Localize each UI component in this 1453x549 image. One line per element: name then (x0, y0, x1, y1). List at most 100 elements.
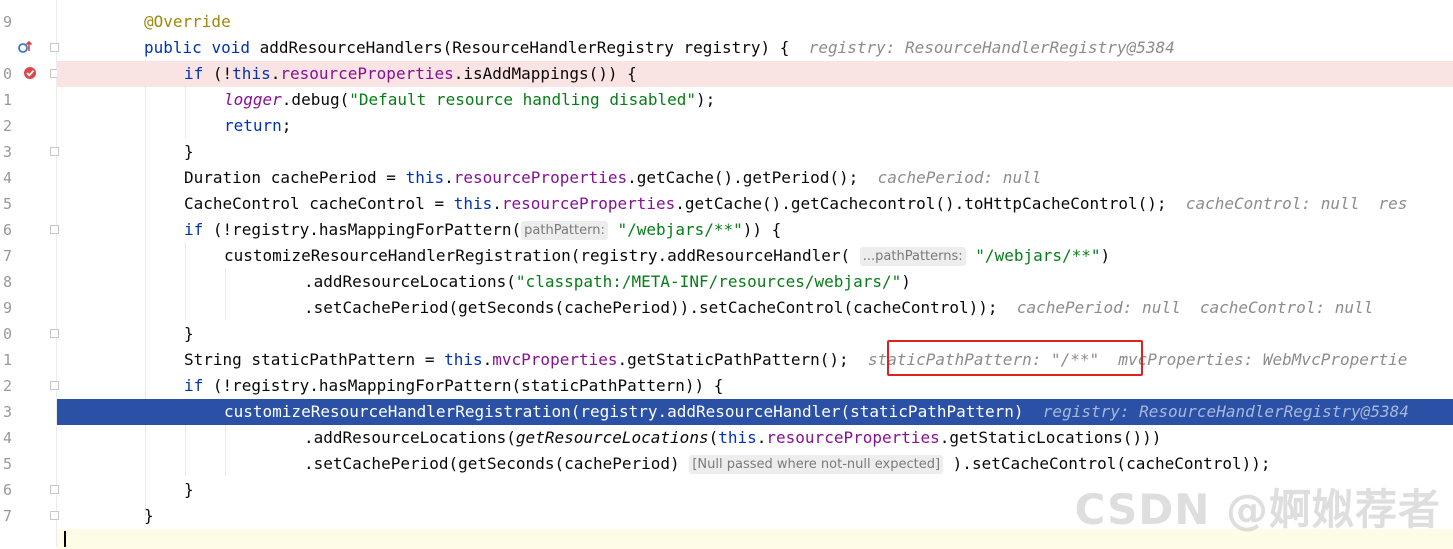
code-text: String staticPathPattern = (184, 350, 445, 369)
line-number: 3 (2, 143, 12, 161)
line-number: 5 (2, 195, 12, 213)
debug-value-hint: cacheControl: null res (1185, 194, 1408, 213)
keyword: this (718, 428, 757, 447)
keyword: this (444, 350, 483, 369)
keyword: void (211, 38, 250, 57)
code-text: customizeResourceHandlerRegistration(reg… (224, 402, 1024, 421)
code-text: .setCachePeriod(getSeconds(cachePeriod) (304, 454, 680, 473)
code-text: .getStaticPathPattern(); (617, 350, 849, 369)
text-caret (64, 531, 66, 547)
debug-value-hint: registry: ResourceHandlerRegistry@5384 (808, 38, 1175, 57)
code-text: ) (1100, 246, 1111, 265)
code-text: ); (696, 90, 716, 109)
line-number: 2 (2, 117, 12, 135)
code-text: .addResourceLocations( (304, 272, 516, 291)
code-text: )) { (742, 220, 782, 239)
debug-value-hint: mvcProperties: WebMvcPropertie (1118, 350, 1408, 369)
code-text: .addResourceLocations( (304, 428, 516, 447)
debug-value-hint: registry: ResourceHandlerRegistry@5384 (1042, 402, 1409, 421)
highlight-box (887, 340, 1143, 376)
line-number: 7 (2, 507, 12, 525)
line-number: 0 (2, 65, 12, 83)
code-line[interactable]: } (57, 139, 1453, 165)
code-text: } (144, 506, 154, 525)
debug-value-hint: cachePeriod: null cacheControl: null (1016, 298, 1374, 317)
current-execution-line[interactable]: customizeResourceHandlerRegistration(reg… (57, 399, 1453, 425)
line-number: 9 (2, 13, 12, 31)
field-ref: resourceProperties (766, 428, 940, 447)
code-line[interactable]: if (!registry.hasMappingForPattern(stati… (57, 373, 1453, 399)
code-line[interactable]: if (!registry.hasMappingForPattern(pathP… (57, 217, 1453, 243)
string-literal: "/webjars/**" (617, 220, 743, 239)
code-text: .isAddMappings()) { (453, 64, 637, 83)
keyword: public (144, 38, 202, 57)
line-number: 9 (2, 299, 12, 317)
string-literal: "/webjars/**" (975, 246, 1101, 265)
code-text: } (184, 324, 194, 343)
override-up-icon[interactable] (18, 40, 32, 54)
keyword: this (453, 194, 493, 213)
code-text: ) (901, 272, 911, 291)
line-number: 6 (2, 221, 12, 239)
code-line[interactable]: Duration cachePeriod = this.resourceProp… (57, 165, 1453, 191)
line-number: 4 (2, 429, 12, 447)
code-text: customizeResourceHandlerRegistration(reg… (224, 246, 851, 265)
line-number: 6 (2, 481, 12, 499)
line-number: 5 (2, 455, 12, 473)
code-text: . (270, 64, 281, 83)
string-literal: "classpath:/META-INF/resources/webjars/" (515, 272, 902, 291)
breakpoint-icon[interactable] (23, 66, 37, 80)
keyword: if (184, 64, 204, 83)
keyword: this (232, 64, 271, 83)
code-line[interactable]: logger.debug("Default resource handling … (57, 87, 1453, 113)
field-ref: mvcProperties (492, 350, 618, 369)
code-line[interactable]: CacheControl cacheControl = this.resourc… (57, 191, 1453, 217)
code-text: } (184, 142, 194, 161)
line-number: 3 (2, 403, 12, 421)
keyword: return (224, 116, 282, 135)
parameter-hint: pathPattern: (521, 221, 608, 240)
code-text: (!registry.hasMappingForPattern( (203, 220, 522, 239)
code-editor[interactable]: @Override public void addResourceHandler… (57, 0, 1453, 549)
code-text: .getCache().getCachecontrol().toHttpCach… (675, 194, 1167, 213)
code-text: .setCachePeriod(getSeconds(cachePeriod))… (304, 298, 998, 317)
code-line[interactable]: return; (57, 113, 1453, 139)
code-line[interactable]: @Override (57, 9, 1453, 35)
keyword: this (405, 168, 445, 187)
line-number: 1 (2, 91, 12, 109)
static-method-ref: getResourceLocations (515, 428, 709, 447)
code-line[interactable]: .addResourceLocations("classpath:/META-I… (57, 269, 1453, 295)
parameter-hint: ...pathPatterns: (859, 247, 966, 266)
code-line[interactable]: String staticPathPattern = this.mvcPrope… (57, 347, 1453, 373)
code-text: addResourceHandlers(ResourceHandlerRegis… (259, 38, 790, 57)
code-line[interactable]: public void addResourceHandlers(Resource… (57, 35, 1453, 61)
code-line[interactable]: .setCachePeriod(getSeconds(cachePeriod))… (57, 295, 1453, 321)
line-number: 0 (2, 325, 12, 343)
code-text: ( (708, 428, 719, 447)
line-number: 8 (2, 273, 12, 291)
nullability-warning-hint: [Null passed where not-null expected] (689, 455, 944, 474)
line-number: 2 (2, 377, 12, 395)
annotation-override: @Override (144, 12, 231, 31)
code-line[interactable]: .setCachePeriod(getSeconds(cachePeriod) … (57, 451, 1453, 477)
code-line[interactable]: .addResourceLocations(getResourceLocatio… (57, 425, 1453, 451)
keyword: if (184, 220, 204, 239)
breakpoint-line[interactable]: if (!this.resourceProperties.isAddMappin… (57, 61, 1453, 87)
code-text: (! (203, 64, 233, 83)
editor-gutter[interactable]: 9 0 1 2 3 4 5 6 7 8 9 0 1 2 3 4 5 6 7 (0, 0, 59, 547)
watermark: CSDN @婀娰荐者 (1074, 485, 1441, 534)
code-text: Duration cachePeriod = (184, 168, 406, 187)
code-text: (!registry.hasMappingForPattern(staticPa… (203, 376, 724, 395)
line-number: 7 (2, 247, 12, 265)
code-text: ; (281, 116, 292, 135)
code-text: .debug( (281, 90, 350, 109)
code-text: } (184, 480, 194, 499)
code-line[interactable]: } (57, 321, 1453, 347)
code-line[interactable]: customizeResourceHandlerRegistration(reg… (57, 243, 1453, 269)
code-text: .getCache().getPeriod(); (627, 168, 859, 187)
code-text: .getStaticLocations())) (939, 428, 1162, 447)
line-number: 1 (2, 351, 12, 369)
line-number: 4 (2, 169, 12, 187)
keyword: if (184, 376, 204, 395)
code-text: ).setCacheControl(cacheControl)); (952, 454, 1271, 473)
